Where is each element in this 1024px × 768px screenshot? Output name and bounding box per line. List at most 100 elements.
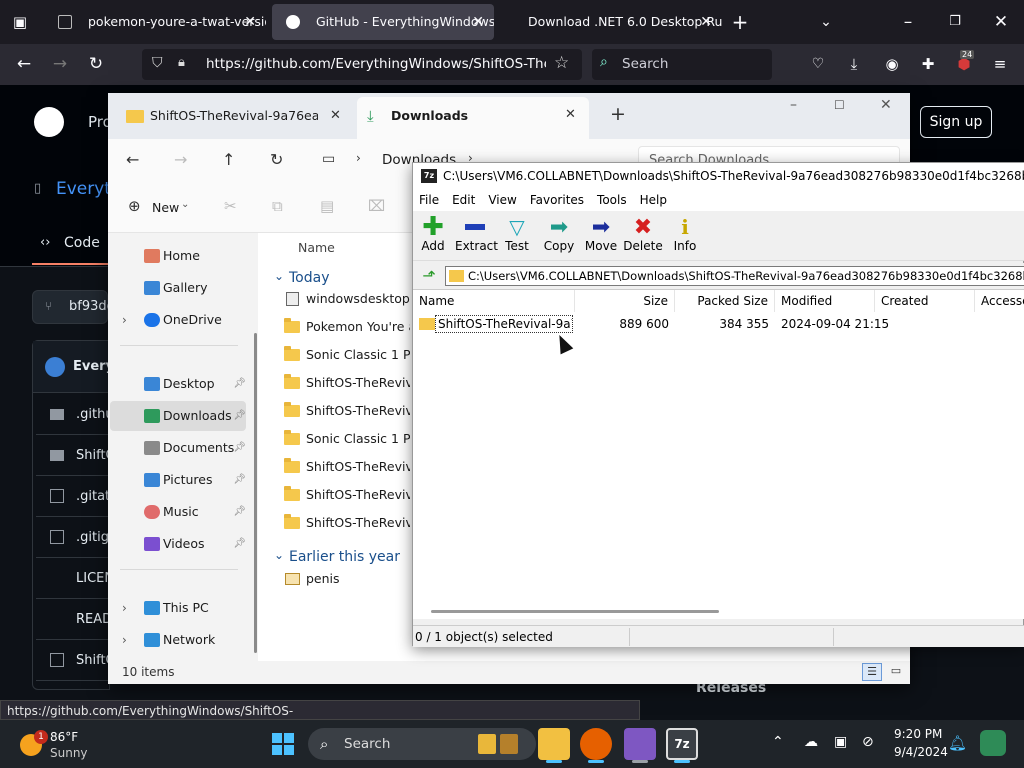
menu-view[interactable]: View xyxy=(488,193,516,207)
sidebar-item-gallery[interactable]: Gallery xyxy=(110,273,246,303)
list-item[interactable]: ShiftOS-TheRevival- xyxy=(282,481,410,509)
weather-widget[interactable]: 1 86°F Sunny xyxy=(16,730,96,764)
chevron-down-icon[interactable]: ⌄ xyxy=(814,10,838,34)
refresh-icon[interactable]: ↻ xyxy=(270,150,283,169)
sidebar-item-downloads[interactable]: Downloads 📌︎ xyxy=(110,401,246,431)
onedrive-icon[interactable]: ☁ xyxy=(804,734,818,750)
minimize-icon[interactable]: – xyxy=(790,97,797,113)
maximize-icon[interactable]: ☐ xyxy=(834,98,845,112)
minimize-icon[interactable]: – xyxy=(896,10,920,34)
horizontal-scrollbar[interactable] xyxy=(431,610,719,613)
menu-help[interactable]: Help xyxy=(640,193,667,207)
list-item[interactable]: penis xyxy=(282,565,410,593)
sign-up-button[interactable]: Sign up xyxy=(920,106,992,138)
column-header-name[interactable]: Name xyxy=(298,240,335,255)
close-window-icon[interactable]: ✕ xyxy=(880,97,892,113)
pin-icon[interactable]: 📌︎ xyxy=(233,433,246,463)
sevenzip-taskbar-icon[interactable]: 7z xyxy=(666,728,698,760)
chevron-right-icon[interactable]: › xyxy=(122,305,127,335)
list-item[interactable]: Pokemon You're a tv xyxy=(282,313,410,341)
delete-button[interactable]: ✖ Delete xyxy=(623,215,663,254)
explorer-tab-shiftos[interactable]: ShiftOS-TheRevival-9a76ead30 ✕ xyxy=(116,97,352,135)
notification-bell-icon[interactable]: 🔔︎ xyxy=(948,734,967,752)
add-button[interactable]: ✚ Add xyxy=(413,214,453,253)
sidebar-item-desktop[interactable]: Desktop 📌︎ xyxy=(110,369,246,399)
visual-studio-taskbar-icon[interactable] xyxy=(624,728,656,760)
clock-date[interactable]: 9/4/2024 xyxy=(894,745,948,759)
details-view-icon[interactable]: ☰ xyxy=(862,663,882,681)
list-item[interactable]: ShiftOS-TheRevival- xyxy=(282,369,410,397)
column-header-modified[interactable]: Modified xyxy=(775,290,875,312)
list-item[interactable]: Sonic Classic 1 Proto xyxy=(282,341,410,369)
pin-icon[interactable]: 📌︎ xyxy=(233,529,246,559)
table-row[interactable]: ShiftOS-TheRevival-9a7... 889 600 384 35… xyxy=(413,313,1024,335)
rename-icon[interactable]: ⌧ xyxy=(368,197,385,215)
repo-name[interactable]: Everyt xyxy=(56,179,111,199)
cut-icon[interactable]: ✂ xyxy=(224,197,237,215)
close-icon[interactable]: ✕ xyxy=(472,4,484,40)
menu-file[interactable]: File xyxy=(419,193,439,207)
github-logo-icon[interactable] xyxy=(34,107,64,137)
tab-code[interactable]: Code xyxy=(64,235,100,251)
menu-favorites[interactable]: Favorites xyxy=(530,193,584,207)
chevron-down-icon[interactable]: ⌄ xyxy=(274,269,284,283)
column-header-name[interactable]: Name xyxy=(413,290,575,312)
display-icon[interactable]: ▣ xyxy=(834,734,847,750)
column-header-size[interactable]: Size xyxy=(575,290,675,312)
pin-icon[interactable]: 📌︎ xyxy=(233,497,246,527)
lock-icon[interactable]: 🔒︎ xyxy=(178,55,185,70)
copilot-icon[interactable] xyxy=(980,730,1006,756)
column-header-accessed[interactable]: Accessed xyxy=(975,290,1024,312)
pin-icon[interactable]: 📌︎ xyxy=(233,401,246,431)
close-window-icon[interactable]: ✕ xyxy=(989,10,1013,34)
pin-icon[interactable]: 📌︎ xyxy=(233,369,246,399)
column-header-packed-size[interactable]: Packed Size xyxy=(675,290,775,312)
menu-icon[interactable]: ≡ xyxy=(988,52,1012,76)
downloads-icon[interactable]: ⤓ xyxy=(842,52,866,76)
chevron-right-icon[interactable]: › xyxy=(122,593,127,623)
file-explorer-taskbar-icon[interactable] xyxy=(538,728,570,760)
back-icon[interactable]: ← xyxy=(126,150,139,169)
chevron-right-icon[interactable]: › xyxy=(122,625,127,655)
test-button[interactable]: ▽ Test xyxy=(497,215,537,253)
list-item[interactable]: ShiftOS-TheRevival- xyxy=(282,397,410,425)
file-row[interactable]: .gitat xyxy=(36,476,110,517)
monitor-icon[interactable]: ▭ xyxy=(322,151,335,167)
chevron-down-icon[interactable]: ⌄ xyxy=(181,199,189,210)
close-icon[interactable]: ✕ xyxy=(244,4,256,40)
info-button[interactable]: i Info xyxy=(665,215,705,253)
paste-icon[interactable]: ▤ xyxy=(320,197,334,215)
extensions-icon[interactable]: ✚ xyxy=(916,52,940,76)
forward-icon[interactable]: → xyxy=(48,52,72,76)
move-button[interactable]: ➡ Move xyxy=(581,215,621,254)
back-icon[interactable]: ← xyxy=(12,52,36,76)
new-tab-icon[interactable]: + xyxy=(610,103,626,125)
chevron-up-icon[interactable]: ⌃ xyxy=(772,734,784,750)
close-icon[interactable]: ✕ xyxy=(565,107,576,122)
sidebar-item-this-pc[interactable]: › This PC xyxy=(110,593,246,623)
url-bar[interactable]: ⛉ 🔒︎ https://github.com/EverythingWindow… xyxy=(142,49,582,80)
sidebar-item-onedrive[interactable]: › OneDrive xyxy=(110,305,246,335)
sidebar-item-home[interactable]: Home xyxy=(110,241,246,271)
new-tab-icon[interactable]: + xyxy=(728,10,752,34)
sidebar-item-network[interactable]: › Network xyxy=(110,625,246,655)
list-item[interactable]: ShiftOS-TheRevival- xyxy=(282,453,410,481)
sidebar-item-videos[interactable]: Videos 📌︎ xyxy=(110,529,246,559)
taskbar-search[interactable]: ⌕ Search xyxy=(308,728,536,760)
search-bar[interactable]: ⌕ Search xyxy=(592,49,772,80)
restore-icon[interactable]: ❐ xyxy=(943,10,967,34)
sidebar-item-music[interactable]: Music 📌︎ xyxy=(110,497,246,527)
network-icon[interactable]: ⊘ xyxy=(862,734,874,750)
file-row[interactable]: ShiftO xyxy=(36,435,110,476)
up-folder-icon[interactable]: ⬏ xyxy=(419,266,439,286)
file-row[interactable]: .githu xyxy=(36,394,110,435)
copy-button[interactable]: ➡ Copy xyxy=(539,215,579,254)
account-icon[interactable]: ◉ xyxy=(880,52,904,76)
tiles-view-icon[interactable]: ▭ xyxy=(886,663,906,681)
list-item[interactable]: Sonic Classic 1 Proto xyxy=(282,425,410,453)
start-button[interactable] xyxy=(272,733,294,755)
copy-icon[interactable]: ⧉ xyxy=(272,197,283,215)
menu-tools[interactable]: Tools xyxy=(597,193,627,207)
new-button[interactable]: New xyxy=(152,200,179,215)
sidebar-item-documents[interactable]: Documents 📌︎ xyxy=(110,433,246,463)
